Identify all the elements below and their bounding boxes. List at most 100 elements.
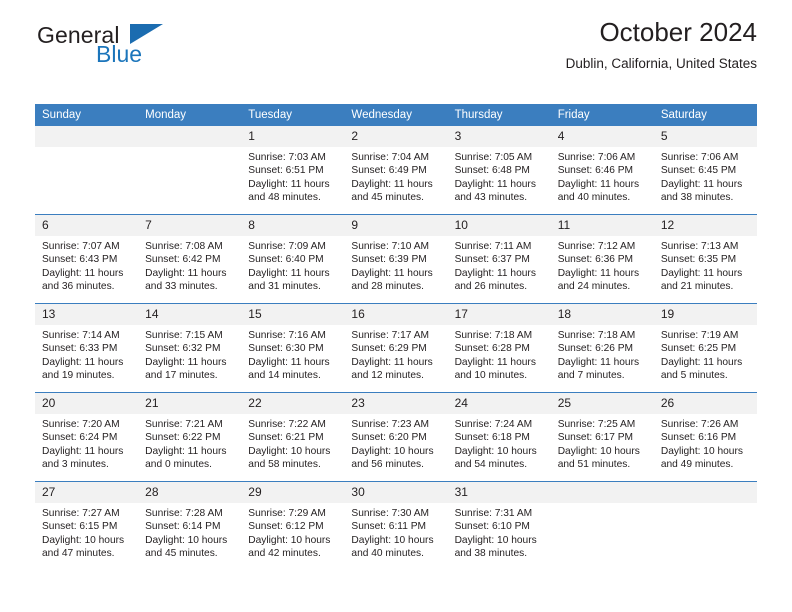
sun-details: Sunrise: 7:26 AM Sunset: 6:16 PM Daylight:… [654, 414, 757, 472]
calendar-day-cell[interactable]: 14 Sunrise: 7:15 AM Sunset: 6:32 PM Dayligh… [138, 303, 242, 393]
calendar-day-cell[interactable]: 1 Sunrise: 7:03 AM Sunset: 6:51 PM Daylight… [241, 126, 345, 215]
calendar-week-row: 13 Sunrise: 7:14 AM Sunset: 6:33 PM Dayligh… [35, 303, 757, 393]
sunset-line: Sunset: 6:21 PM [248, 432, 324, 444]
calendar-grid: Sunday Monday Tuesday Wednesday Thursday… [35, 104, 757, 570]
sunrise-line: Sunrise: 7:20 AM [42, 419, 120, 430]
day-number [653, 482, 757, 503]
day-number: 22 [241, 393, 345, 414]
sunrise-line: Sunrise: 7:30 AM [351, 508, 430, 519]
calendar-day-cell[interactable]: 24 Sunrise: 7:24 AM Sunset: 6:18 PM Dayligh… [447, 392, 551, 482]
sunset-line: Sunset: 6:16 PM [660, 432, 737, 444]
calendar-day-cell[interactable]: 20 Sunrise: 7:20 AM Sunset: 6:24 PM Dayligh… [35, 392, 139, 482]
calendar-day-cell[interactable]: 28 Sunrise: 7:28 AM Sunset: 6:14 PM Dayligh… [138, 481, 242, 570]
sunrise-line: Sunrise: 7:09 AM [248, 241, 326, 252]
day-number [138, 126, 242, 147]
daylight-line-cont: and 45 minutes. [351, 192, 424, 204]
calendar-day-cell[interactable]: 25 Sunrise: 7:25 AM Sunset: 6:17 PM Dayligh… [550, 392, 654, 482]
calendar-day-cell[interactable]: 27 Sunrise: 7:27 AM Sunset: 6:15 PM Dayligh… [35, 481, 139, 570]
sunrise-line: Sunrise: 7:25 AM [557, 419, 636, 430]
calendar-day-cell[interactable]: 10 Sunrise: 7:11 AM Sunset: 6:37 PM Dayligh… [447, 214, 551, 304]
daylight-line: Daylight: 11 hours [42, 356, 124, 368]
sun-details: Sunrise: 7:16 AM Sunset: 6:30 PM Daylight:… [241, 325, 344, 383]
sunset-line: Sunset: 6:30 PM [248, 343, 324, 355]
day-number: 30 [344, 482, 448, 503]
calendar-day-cell[interactable]: 21 Sunrise: 7:21 AM Sunset: 6:22 PM Dayligh… [138, 392, 242, 482]
daylight-line-cont: and 49 minutes. [660, 459, 734, 471]
daylight-line: Daylight: 11 hours [557, 356, 640, 368]
calendar-week-row: 27 Sunrise: 7:27 AM Sunset: 6:15 PM Dayligh… [35, 481, 757, 570]
calendar-page: General Blue October 2024 Dublin, Califo… [0, 0, 792, 612]
calendar-day-cell[interactable]: 17 Sunrise: 7:18 AM Sunset: 6:28 PM Dayligh… [447, 303, 551, 393]
sunrise-line: Sunrise: 7:07 AM [42, 241, 120, 252]
sunrise-line: Sunrise: 7:21 AM [145, 419, 223, 430]
day-number: 4 [550, 126, 654, 147]
calendar-day-cell[interactable]: 23 Sunrise: 7:23 AM Sunset: 6:20 PM Dayligh… [344, 392, 448, 482]
daylight-line-cont: and 51 minutes. [557, 459, 631, 471]
day-number: 29 [241, 482, 345, 503]
daylight-line: Daylight: 11 hours [454, 356, 536, 368]
daylight-line: Daylight: 10 hours [145, 534, 228, 546]
daylight-line-cont: and 58 minutes. [248, 459, 321, 471]
sunset-line: Sunset: 6:46 PM [557, 165, 634, 177]
calendar-day-cell[interactable]: 13 Sunrise: 7:14 AM Sunset: 6:33 PM Dayligh… [35, 303, 139, 393]
daylight-line-cont: and 42 minutes. [248, 548, 321, 560]
calendar-day-cell[interactable]: 31 Sunrise: 7:31 AM Sunset: 6:10 PM Dayligh… [447, 481, 551, 570]
sunset-line: Sunset: 6:32 PM [145, 343, 221, 355]
sun-details: Sunrise: 7:25 AM Sunset: 6:17 PM Daylight:… [551, 414, 654, 472]
day-number: 12 [653, 215, 757, 236]
sun-details: Sunrise: 7:08 AM Sunset: 6:42 PM Daylight:… [138, 236, 241, 294]
calendar-empty-cell [653, 481, 757, 570]
calendar-day-cell[interactable]: 29 Sunrise: 7:29 AM Sunset: 6:12 PM Dayligh… [241, 481, 345, 570]
sunset-line: Sunset: 6:28 PM [454, 343, 530, 355]
calendar-day-cell[interactable]: 30 Sunrise: 7:30 AM Sunset: 6:11 PM Dayligh… [344, 481, 448, 570]
day-number: 27 [35, 482, 139, 503]
brand-logo[interactable]: General Blue [35, 22, 215, 70]
calendar-day-cell[interactable]: 26 Sunrise: 7:26 AM Sunset: 6:16 PM Dayligh… [653, 392, 757, 482]
calendar-day-cell[interactable]: 16 Sunrise: 7:17 AM Sunset: 6:29 PM Dayligh… [344, 303, 448, 393]
sunrise-line: Sunrise: 7:13 AM [660, 241, 739, 252]
calendar-day-cell[interactable]: 9 Sunrise: 7:10 AM Sunset: 6:39 PM Daylight… [344, 214, 448, 304]
sun-details: Sunrise: 7:09 AM Sunset: 6:40 PM Daylight:… [241, 236, 344, 294]
sunset-line: Sunset: 6:14 PM [145, 521, 221, 533]
calendar-day-cell[interactable]: 2 Sunrise: 7:04 AM Sunset: 6:49 PM Daylight… [344, 126, 448, 215]
page-header: General Blue October 2024 Dublin, Califo… [35, 0, 757, 72]
calendar-day-cell[interactable]: 6 Sunrise: 7:07 AM Sunset: 6:43 PM Daylight… [35, 214, 139, 304]
daylight-line-cont: and 17 minutes. [145, 370, 218, 382]
daylight-line: Daylight: 10 hours [454, 534, 537, 546]
weekday-header-thursday: Thursday [447, 104, 551, 126]
daylight-line: Daylight: 11 hours [660, 178, 743, 190]
calendar-day-cell[interactable]: 15 Sunrise: 7:16 AM Sunset: 6:30 PM Dayligh… [241, 303, 345, 393]
sunrise-line: Sunrise: 7:28 AM [145, 508, 223, 519]
daylight-line: Daylight: 10 hours [351, 534, 434, 546]
calendar-day-cell[interactable]: 8 Sunrise: 7:09 AM Sunset: 6:40 PM Daylight… [241, 214, 345, 304]
daylight-line-cont: and 19 minutes. [42, 370, 115, 382]
sunset-line: Sunset: 6:48 PM [454, 165, 530, 177]
sun-details: Sunrise: 7:13 AM Sunset: 6:35 PM Daylight:… [654, 236, 757, 294]
day-number: 8 [241, 215, 345, 236]
calendar-day-cell[interactable]: 11 Sunrise: 7:12 AM Sunset: 6:36 PM Dayligh… [550, 214, 654, 304]
daylight-line: Daylight: 11 hours [351, 356, 433, 368]
calendar-day-cell[interactable]: 22 Sunrise: 7:22 AM Sunset: 6:21 PM Dayligh… [241, 392, 345, 482]
sunset-line: Sunset: 6:35 PM [660, 254, 737, 266]
calendar-day-cell[interactable]: 12 Sunrise: 7:13 AM Sunset: 6:35 PM Dayligh… [653, 214, 757, 304]
calendar-day-cell[interactable]: 5 Sunrise: 7:06 AM Sunset: 6:45 PM Daylight… [653, 126, 757, 215]
calendar-day-cell[interactable]: 4 Sunrise: 7:06 AM Sunset: 6:46 PM Daylight… [550, 126, 654, 215]
day-number: 17 [447, 304, 551, 325]
page-title: October 2024 [599, 17, 757, 47]
calendar-day-cell[interactable]: 19 Sunrise: 7:19 AM Sunset: 6:25 PM Dayligh… [653, 303, 757, 393]
daylight-line-cont: and 3 minutes. [42, 459, 109, 471]
calendar-day-cell[interactable]: 18 Sunrise: 7:18 AM Sunset: 6:26 PM Dayligh… [550, 303, 654, 393]
sunrise-line: Sunrise: 7:31 AM [454, 508, 533, 519]
calendar-day-cell[interactable]: 7 Sunrise: 7:08 AM Sunset: 6:42 PM Daylight… [138, 214, 242, 304]
daylight-line: Daylight: 10 hours [248, 534, 331, 546]
sun-details: Sunrise: 7:28 AM Sunset: 6:14 PM Daylight:… [138, 503, 241, 561]
sunset-line: Sunset: 6:29 PM [351, 343, 427, 355]
day-number: 13 [35, 304, 139, 325]
daylight-line-cont: and 10 minutes. [454, 370, 528, 382]
sun-details: Sunrise: 7:12 AM Sunset: 6:36 PM Daylight:… [551, 236, 654, 294]
daylight-line: Daylight: 11 hours [557, 267, 640, 279]
calendar-day-cell[interactable]: 3 Sunrise: 7:05 AM Sunset: 6:48 PM Daylight… [447, 126, 551, 215]
daylight-line: Daylight: 11 hours [145, 356, 227, 368]
daylight-line-cont: and 31 minutes. [248, 281, 321, 293]
daylight-line: Daylight: 11 hours [351, 267, 433, 279]
